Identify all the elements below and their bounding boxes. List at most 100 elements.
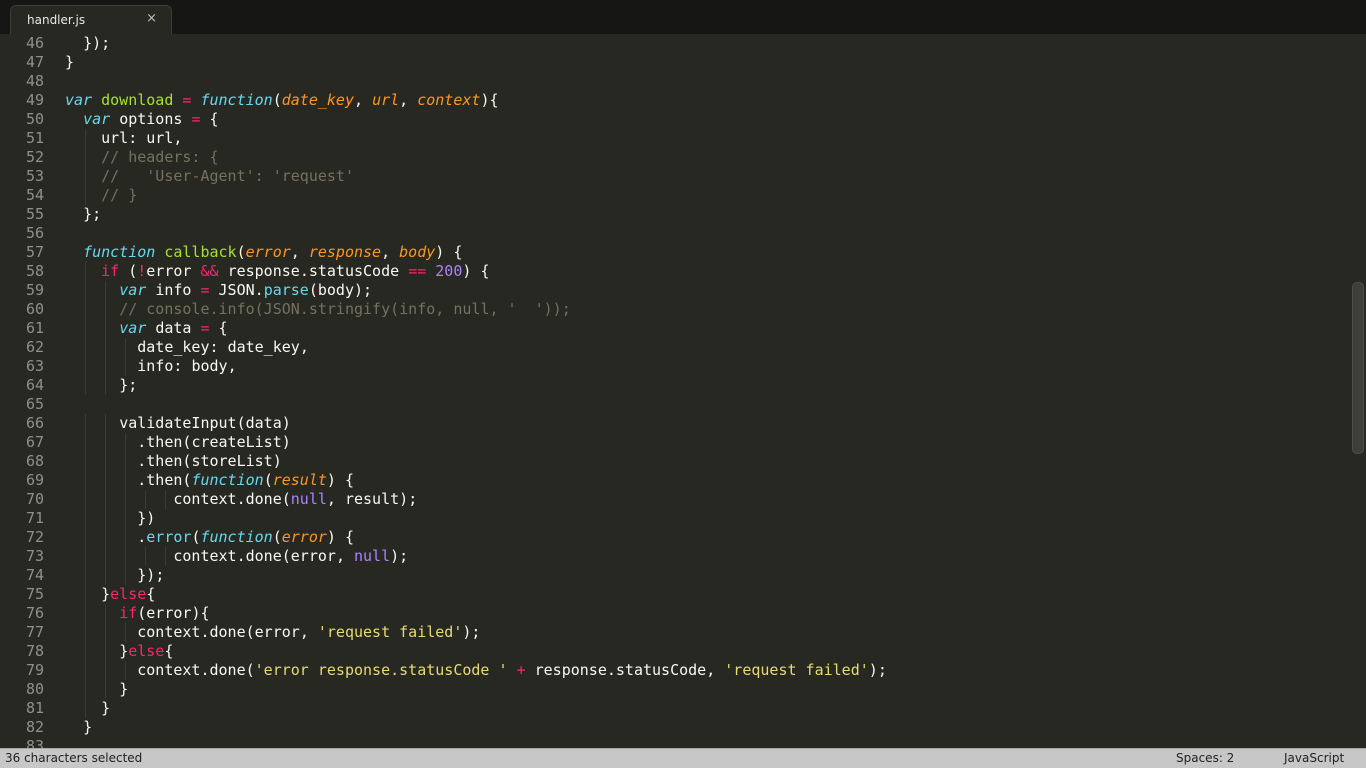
line-number: 53: [25, 167, 44, 185]
code-line[interactable]: }: [65, 680, 1354, 699]
indent-guide: [85, 452, 86, 471]
line-number: 50: [25, 110, 44, 128]
line-number: 75: [25, 585, 44, 603]
code-line[interactable]: };: [65, 205, 1354, 224]
code-line[interactable]: context.done(error, 'request failed');: [65, 623, 1354, 642]
indent-guide: [105, 452, 106, 471]
line-number-gutter: 46 47 48 49 50 51 52 53 54 55 56 57 58 59 60 61 62 63 64 65…: [0, 34, 44, 748]
indent-guide: [105, 281, 106, 300]
indent-guide: [105, 661, 106, 680]
code-line[interactable]: var data = {: [65, 319, 1354, 338]
indent-guide: [85, 357, 86, 376]
tab-bar: handler.js ×: [0, 0, 1366, 34]
indent-guide: [85, 148, 86, 167]
line-number: 59: [25, 281, 44, 299]
indent-guide: [85, 699, 86, 718]
status-bar: 36 characters selected Spaces: 2 JavaScr…: [0, 748, 1366, 768]
line-number: 62: [25, 338, 44, 356]
code-line[interactable]: .then(createList): [65, 433, 1354, 452]
indent-guide: [125, 433, 126, 452]
code-line[interactable]: // }: [65, 186, 1354, 205]
indentation-setting[interactable]: Spaces: 2: [1176, 751, 1234, 765]
code-line[interactable]: function callback(error, response, body)…: [65, 243, 1354, 262]
code-line[interactable]: // console.info(JSON.stringify(info, nul…: [65, 300, 1354, 319]
indent-guide: [125, 471, 126, 490]
line-number: 77: [25, 623, 44, 641]
indent-guide: [105, 319, 106, 338]
indent-guide: [105, 642, 106, 661]
indent-guide: [105, 490, 106, 509]
code-line[interactable]: [65, 224, 1354, 243]
indent-guide: [85, 376, 86, 395]
line-number: 70: [25, 490, 44, 508]
indent-guide: [85, 528, 86, 547]
code-line[interactable]: }else{: [65, 585, 1354, 604]
indent-guide: [85, 680, 86, 699]
indent-guide: [105, 376, 106, 395]
line-number: 54: [25, 186, 44, 204]
line-number: 82: [25, 718, 44, 736]
code-line[interactable]: date_key: date_key,: [65, 338, 1354, 357]
indent-guide: [85, 300, 86, 319]
indent-guide: [85, 661, 86, 680]
line-number: 74: [25, 566, 44, 584]
code-line[interactable]: if (!error && response.statusCode == 200…: [65, 262, 1354, 281]
code-line[interactable]: // headers: {: [65, 148, 1354, 167]
line-number: 60: [25, 300, 44, 318]
code-line[interactable]: [65, 72, 1354, 91]
code-line[interactable]: context.done(null, result);: [65, 490, 1354, 509]
code-line[interactable]: }: [65, 53, 1354, 72]
code-line[interactable]: if(error){: [65, 604, 1354, 623]
line-number: 48: [25, 72, 44, 90]
code-line[interactable]: });: [65, 566, 1354, 585]
indent-guide: [85, 642, 86, 661]
code-line[interactable]: [65, 737, 1354, 748]
indent-guide: [105, 623, 106, 642]
code-line[interactable]: url: url,: [65, 129, 1354, 148]
line-number: 51: [25, 129, 44, 147]
code-line[interactable]: .then(function(result) {: [65, 471, 1354, 490]
indent-guide: [85, 433, 86, 452]
code-line[interactable]: }: [65, 718, 1354, 737]
line-number: 81: [25, 699, 44, 717]
code-area[interactable]: });} var download = function(date_key, ur…: [65, 34, 1354, 748]
code-line[interactable]: // 'User-Agent': 'request': [65, 167, 1354, 186]
close-icon[interactable]: ×: [146, 11, 157, 26]
line-number: 49: [25, 91, 44, 109]
indent-guide: [125, 661, 126, 680]
indent-guide: [105, 433, 106, 452]
indent-guide: [85, 471, 86, 490]
line-number: 56: [25, 224, 44, 242]
code-line[interactable]: }: [65, 699, 1354, 718]
code-line[interactable]: }else{: [65, 642, 1354, 661]
indent-guide: [85, 186, 86, 205]
indent-guide: [125, 490, 126, 509]
code-line[interactable]: .then(storeList): [65, 452, 1354, 471]
line-number: 47: [25, 53, 44, 71]
code-line[interactable]: context.done(error, null);: [65, 547, 1354, 566]
code-line[interactable]: context.done('error response.statusCode …: [65, 661, 1354, 680]
line-number: 61: [25, 319, 44, 337]
tab-handler-js[interactable]: handler.js ×: [10, 5, 172, 34]
code-line[interactable]: });: [65, 34, 1354, 53]
indent-guide: [125, 528, 126, 547]
code-line[interactable]: info: body,: [65, 357, 1354, 376]
line-number: 69: [25, 471, 44, 489]
code-line[interactable]: var download = function(date_key, url, c…: [65, 91, 1354, 110]
indent-guide: [125, 509, 126, 528]
vertical-scrollbar[interactable]: [1352, 282, 1364, 454]
code-line[interactable]: };: [65, 376, 1354, 395]
code-line[interactable]: var info = JSON.parse(body);: [65, 281, 1354, 300]
syntax-selector[interactable]: JavaScript: [1284, 751, 1344, 765]
indent-guide: [125, 338, 126, 357]
code-line[interactable]: }): [65, 509, 1354, 528]
code-line[interactable]: [65, 395, 1354, 414]
code-line[interactable]: var options = {: [65, 110, 1354, 129]
indent-guide: [85, 319, 86, 338]
code-line[interactable]: validateInput(data): [65, 414, 1354, 433]
indent-guide: [85, 338, 86, 357]
indent-guide: [85, 262, 86, 281]
code-editor[interactable]: 46 47 48 49 50 51 52 53 54 55 56 57 58 59 60 61 62 63 64 65…: [0, 34, 1366, 748]
code-line[interactable]: .error(function(error) {: [65, 528, 1354, 547]
indent-guide: [105, 680, 106, 699]
